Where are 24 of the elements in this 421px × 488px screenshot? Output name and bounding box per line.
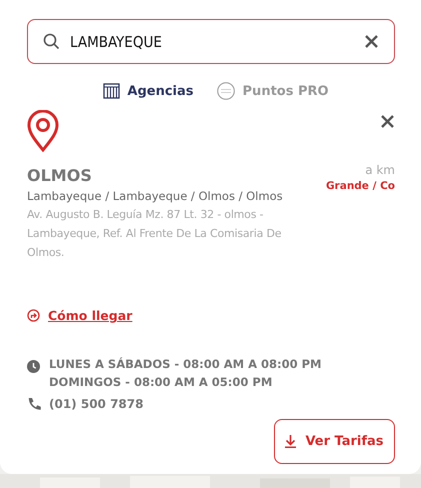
- opening-hours: DOMINGOS - 08:00 AM A 05:00 PM: [49, 374, 274, 391]
- tab[interactable]: Agencias: [103, 82, 194, 100]
- building-icon: [103, 83, 120, 99]
- agency-type: Grande / Co: [326, 180, 395, 192]
- download-icon: [285, 435, 296, 448]
- badge-icon: [216, 82, 236, 100]
- distance-text: a km: [364, 163, 395, 177]
- phone-icon: [27, 397, 41, 411]
- location-pin-icon: [27, 110, 59, 152]
- region-path: Lambayeque / Lambayeque / Olmos / Olmos: [27, 189, 284, 203]
- close-icon[interactable]: [381, 115, 394, 128]
- clear-icon[interactable]: [365, 35, 378, 48]
- tab[interactable]: Puntos PRO: [216, 82, 329, 100]
- directions-icon: [27, 309, 40, 322]
- rates-button[interactable]: Ver Tarifas: [274, 419, 395, 464]
- search-text: LAMBAYEQUE: [70, 32, 163, 50]
- address-text: Av. Augusto B. Leguía Mz. 87 Lt. 32 - olmos - Lambayeque, Ref. Al Frente De La Comisaria De Olmos.: [27, 207, 282, 261]
- directions-link[interactable]: Cómo llegar: [48, 308, 132, 323]
- phone-number: (01) 500 7878: [49, 397, 144, 411]
- search-icon: [43, 33, 60, 50]
- agency-name: OLMOS: [27, 166, 93, 185]
- clock-icon: [27, 360, 40, 373]
- search-field[interactable]: LAMBAYEQUE: [27, 19, 395, 64]
- opening-hours: LUNES A SÁBADOS - 08:00 AM A 08:00 PM: [49, 356, 322, 373]
